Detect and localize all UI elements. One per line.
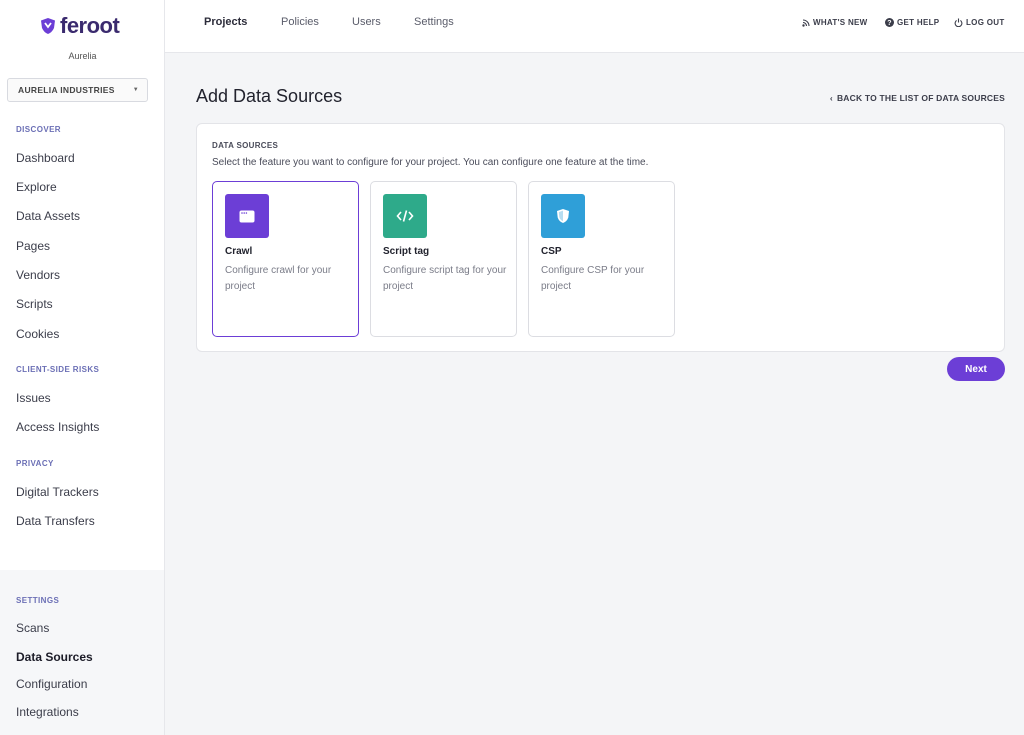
- org-select[interactable]: AURELIA INDUSTRIES ▼: [7, 78, 148, 102]
- sidebar-item-explore[interactable]: Explore: [16, 180, 57, 194]
- brand-name: feroot: [60, 13, 120, 38]
- tab-settings[interactable]: Settings: [414, 16, 454, 28]
- back-link-label: BACK TO THE LIST OF DATA SOURCES: [836, 93, 1005, 103]
- shield-icon: [557, 209, 569, 223]
- sidebar: feroot Aurelia AURELIA INDUSTRIES ▼ DISC…: [0, 0, 165, 735]
- sidebar-item-configuration[interactable]: Configuration: [16, 677, 87, 691]
- browser-window-icon: [239, 210, 255, 222]
- sidebar-item-issues[interactable]: Issues: [16, 391, 51, 405]
- card-icon-bg: [541, 194, 585, 238]
- org-select-value: AURELIA INDUSTRIES: [18, 85, 115, 95]
- chevron-down-icon: ▼: [132, 87, 139, 93]
- panel-description: Select the feature you want to configure…: [212, 157, 649, 168]
- card-icon-bg: [225, 194, 269, 238]
- data-source-card-script-tag[interactable]: Script tag Configure script tag for your…: [370, 181, 517, 337]
- sidebar-item-data-sources[interactable]: Data Sources: [16, 650, 93, 664]
- tab-users[interactable]: Users: [352, 16, 381, 28]
- get-help-link[interactable]: ? GET HELP: [885, 18, 939, 27]
- card-title: CSP: [541, 246, 562, 257]
- log-out-link[interactable]: LOG OUT: [954, 18, 1005, 27]
- nav-section-privacy: PRIVACY: [16, 459, 54, 468]
- log-out-label: LOG OUT: [966, 18, 1005, 27]
- sidebar-item-pages[interactable]: Pages: [16, 239, 50, 253]
- sidebar-item-data-assets[interactable]: Data Assets: [16, 209, 80, 223]
- sidebar-item-integrations[interactable]: Integrations: [16, 705, 79, 719]
- card-title: Crawl: [225, 246, 253, 257]
- nav-section-client-side-risks: CLIENT-SIDE RISKS: [16, 365, 100, 374]
- sidebar-item-access-insights[interactable]: Access Insights: [16, 420, 99, 434]
- sidebar-item-cookies[interactable]: Cookies: [16, 327, 59, 341]
- page-title: Add Data Sources: [196, 86, 343, 106]
- data-source-card-crawl[interactable]: Crawl Configure crawl for your project: [212, 181, 359, 337]
- whats-new-label: WHAT'S NEW: [813, 18, 868, 27]
- sidebar-item-scripts[interactable]: Scripts: [16, 297, 53, 311]
- top-navigation: Projects Policies Users Settings WHAT'S …: [165, 0, 1024, 53]
- nav-section-discover: DISCOVER: [16, 125, 61, 134]
- card-description: Configure crawl for your project: [225, 265, 332, 292]
- feroot-shield-icon: [41, 18, 55, 34]
- svg-text:?: ?: [887, 20, 892, 27]
- data-sources-panel: DATA SOURCES Select the feature you want…: [196, 123, 1005, 352]
- tab-policies[interactable]: Policies: [281, 16, 319, 28]
- data-source-card-csp[interactable]: CSP Configure CSP for your project: [528, 181, 675, 337]
- sidebar-item-digital-trackers[interactable]: Digital Trackers: [16, 485, 99, 499]
- card-title: Script tag: [383, 246, 430, 257]
- card-icon-bg: [383, 194, 427, 238]
- back-to-data-sources-link[interactable]: ‹ BACK TO THE LIST OF DATA SOURCES: [830, 93, 1005, 103]
- code-icon: [396, 210, 414, 222]
- chevron-left-icon: ‹: [829, 93, 833, 103]
- help-icon: ?: [885, 18, 894, 27]
- rss-icon: [802, 18, 810, 27]
- next-button[interactable]: Next: [947, 357, 1005, 381]
- card-description: Configure script tag for your project: [383, 265, 507, 292]
- nav-section-settings: SETTINGS: [16, 596, 60, 605]
- get-help-label: GET HELP: [897, 18, 940, 27]
- org-name: Aurelia: [68, 51, 97, 61]
- power-icon: [954, 18, 963, 27]
- card-description: Configure CSP for your project: [541, 265, 645, 292]
- sidebar-item-dashboard[interactable]: Dashboard: [16, 151, 75, 165]
- brand-logo[interactable]: feroot: [40, 13, 120, 39]
- panel-heading: DATA SOURCES: [212, 141, 279, 150]
- sidebar-item-data-transfers[interactable]: Data Transfers: [16, 514, 95, 528]
- sidebar-item-scans[interactable]: Scans: [16, 621, 49, 635]
- whats-new-link[interactable]: WHAT'S NEW: [802, 18, 868, 27]
- sidebar-item-vendors[interactable]: Vendors: [16, 268, 60, 282]
- tab-projects[interactable]: Projects: [204, 16, 247, 28]
